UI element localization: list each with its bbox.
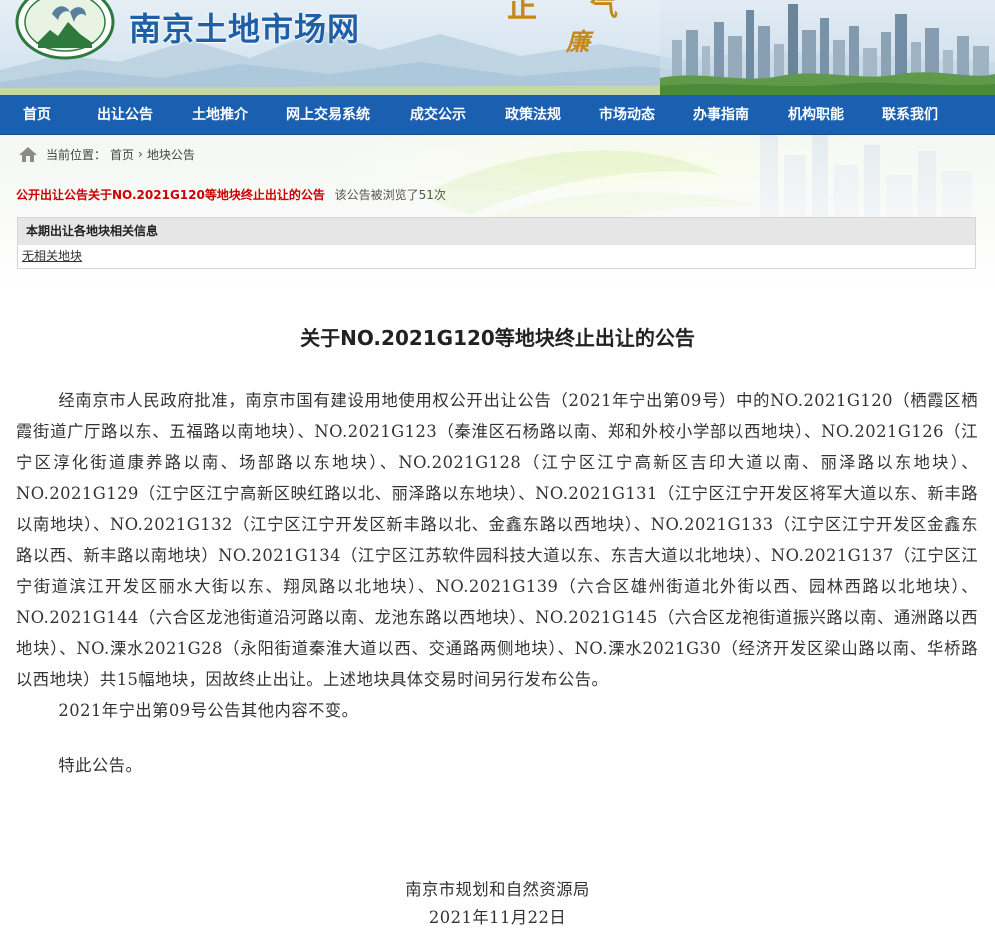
article-title: 关于NO.2021G120等地块终止出让的公告 bbox=[300, 326, 695, 350]
site-title: 南京土地市场网 bbox=[129, 10, 361, 48]
breadcrumb-label: 当前位置： bbox=[46, 147, 107, 162]
breadcrumb-current: 地块公告 bbox=[146, 147, 195, 162]
nav-item-functions[interactable]: 机构职能 bbox=[788, 95, 844, 135]
nav-item-guide[interactable]: 办事指南 bbox=[693, 95, 749, 135]
view-count: 该公告被浏览了51次 bbox=[334, 188, 446, 202]
site-header: 南京土地市场网 正 气 廉 bbox=[0, 0, 995, 95]
main-nav: 首页 出让公告 土地推介 网上交易系统 成交公示 政策法规 市场动态 办事指南 … bbox=[0, 95, 995, 135]
nav-item-policies[interactable]: 政策法规 bbox=[505, 95, 561, 135]
nav-item-land-promotion[interactable]: 土地推介 bbox=[192, 95, 248, 135]
related-parcels-header: 本期出让各地块相关信息 bbox=[18, 218, 975, 245]
article-paragraph: 特此公告。 bbox=[58, 756, 143, 775]
slogan-char: 正 bbox=[507, 0, 537, 25]
related-parcels-panel: 本期出让各地块相关信息 无相关地块 bbox=[17, 217, 976, 269]
city-skyline-image bbox=[660, 0, 995, 95]
related-parcels-link[interactable]: 无相关地块 bbox=[22, 249, 82, 263]
article-paragraph: 经南京市人民政府批准，南京市国有建设用地使用权公开出让公告（2021年宁出第09… bbox=[16, 391, 978, 689]
slogan-char: 气 bbox=[590, 0, 619, 22]
nav-item-sale-notices[interactable]: 出让公告 bbox=[97, 95, 153, 135]
slogan-char: 廉 bbox=[566, 27, 590, 56]
site-logo-icon bbox=[15, 0, 115, 60]
article-body: 经南京市人民政府批准，南京市国有建设用地使用权公开出让公告（2021年宁出第09… bbox=[16, 385, 978, 781]
breadcrumb: 当前位置： 首页 › 地块公告 bbox=[18, 143, 199, 165]
issue-date: 2021年11月22日 bbox=[428, 908, 567, 927]
nav-item-home[interactable]: 首页 bbox=[23, 95, 51, 135]
related-parcels-body: 无相关地块 bbox=[18, 245, 975, 268]
nav-item-contact[interactable]: 联系我们 bbox=[882, 95, 938, 135]
breadcrumb-home-link[interactable]: 首页 bbox=[110, 146, 134, 163]
breadcrumb-separator: › bbox=[138, 147, 143, 161]
nav-item-online-trading[interactable]: 网上交易系统 bbox=[286, 95, 370, 135]
nav-item-market-news[interactable]: 市场动态 bbox=[599, 95, 655, 135]
nav-item-deal-publicity[interactable]: 成交公示 bbox=[410, 95, 466, 135]
home-icon bbox=[19, 147, 37, 162]
issuing-authority: 南京市规划和自然资源局 bbox=[405, 880, 590, 899]
notice-heading: 公开出让公告关于NO.2021G120等地块终止出让的公告 该公告被浏览了51次 bbox=[16, 186, 446, 203]
notice-title: 公开出让公告关于NO.2021G120等地块终止出让的公告 bbox=[16, 188, 325, 202]
article-paragraph: 2021年宁出第09号公告其他内容不变。 bbox=[58, 701, 359, 720]
